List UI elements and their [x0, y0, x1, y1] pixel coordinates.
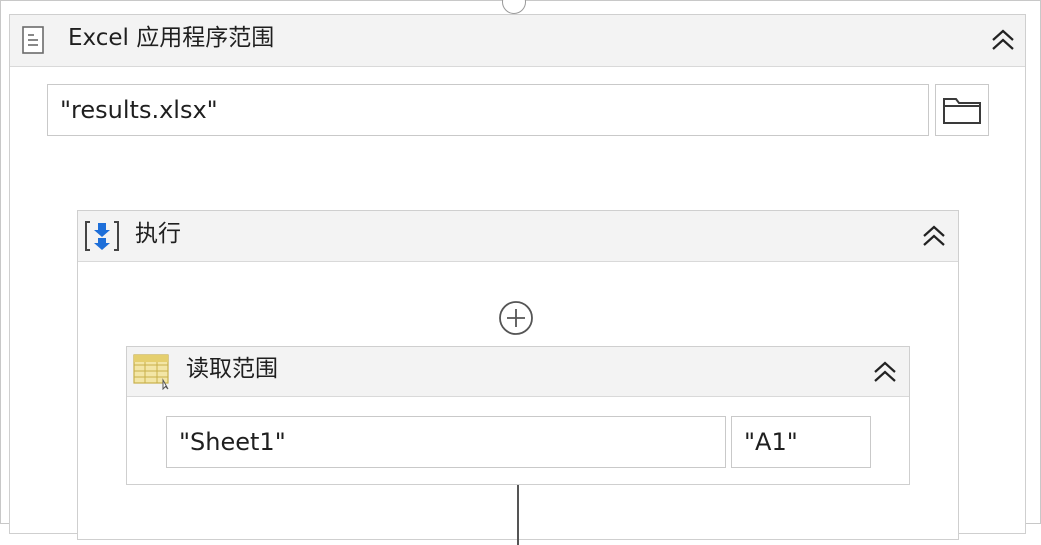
- excel-application-scope: Excel 应用程序范围 "results.xlsx" 执行 读取范围 "She…: [9, 14, 1026, 545]
- top-connector-icon: [502, 0, 526, 14]
- double-chevron-up-icon[interactable]: [988, 25, 1018, 55]
- document-icon: [20, 25, 46, 55]
- folder-icon: [942, 95, 982, 125]
- do-sequence: 执行 读取范围 "Sheet1" "A1": [77, 210, 959, 545]
- excel-scope-title: Excel 应用程序范围: [68, 25, 275, 51]
- do-sequence-header[interactable]: 执行: [78, 211, 958, 262]
- browse-folder-button[interactable]: [935, 84, 989, 136]
- read-range-activity: 读取范围 "Sheet1" "A1": [126, 346, 910, 485]
- read-range-title: 读取范围: [186, 356, 278, 382]
- read-range-header[interactable]: 读取范围: [127, 347, 909, 397]
- workbook-path-input[interactable]: "results.xlsx": [47, 84, 929, 136]
- double-chevron-up-icon[interactable]: [919, 221, 949, 251]
- excel-read-range-icon: [133, 352, 171, 390]
- double-chevron-up-icon[interactable]: [870, 357, 900, 387]
- add-activity-icon[interactable]: [498, 300, 534, 336]
- do-sequence-title: 执行: [135, 221, 181, 247]
- sheet-name-input[interactable]: "Sheet1": [166, 416, 726, 468]
- excel-scope-header[interactable]: Excel 应用程序范围: [10, 15, 1025, 67]
- connector-line: [517, 485, 519, 545]
- range-input[interactable]: "A1": [731, 416, 871, 468]
- sequence-icon: [82, 219, 122, 253]
